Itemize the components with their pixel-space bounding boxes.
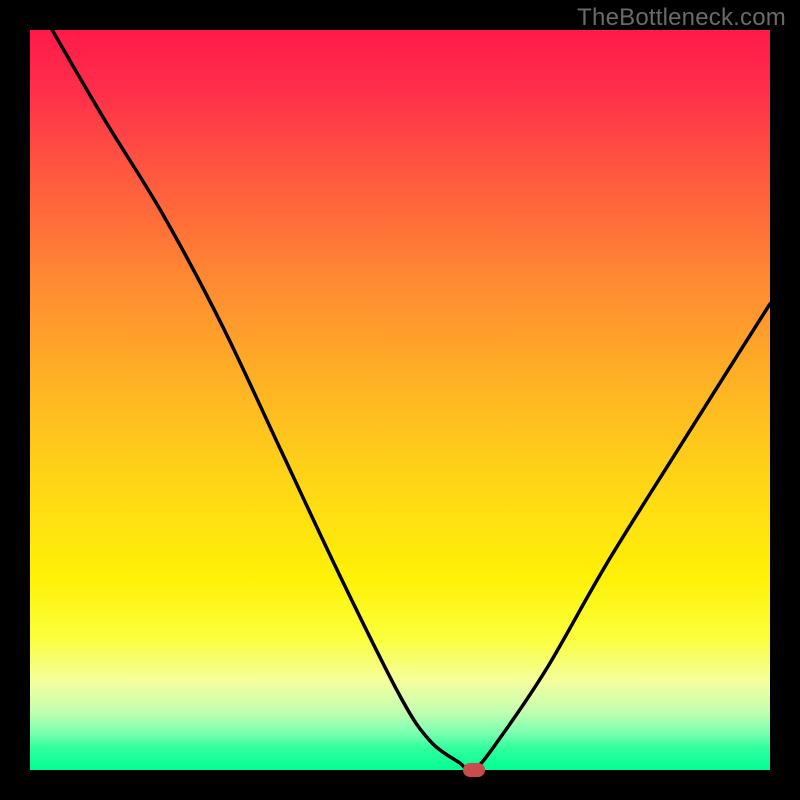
optimal-point-marker (463, 763, 485, 777)
bottleneck-curve-path (52, 30, 770, 770)
chart-frame: TheBottleneck.com (0, 0, 800, 800)
watermark-text: TheBottleneck.com (577, 4, 786, 32)
plot-area (30, 30, 770, 770)
curve-svg (30, 30, 770, 770)
